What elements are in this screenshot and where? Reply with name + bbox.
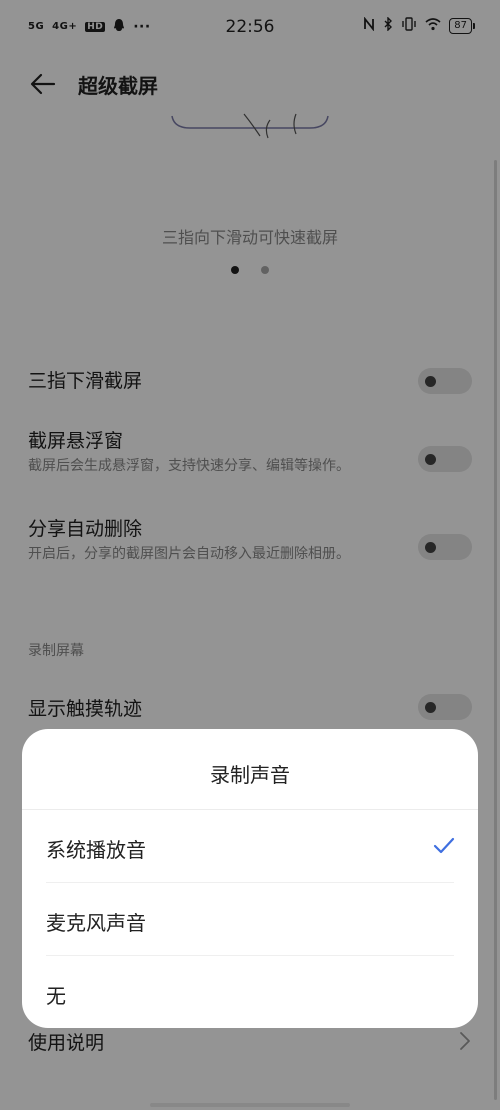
option-none[interactable]: 无 <box>22 956 478 1028</box>
option-microphone[interactable]: 麦克风声音 <box>22 883 478 956</box>
dialog-title: 录制声音 <box>210 763 290 787</box>
option-label: 无 <box>46 984 66 1008</box>
option-label: 麦克风声音 <box>46 911 146 935</box>
home-indicator[interactable] <box>150 1103 350 1107</box>
option-label: 系统播放音 <box>46 838 146 862</box>
checkmark-icon <box>433 837 455 854</box>
option-system-audio[interactable]: 系统播放音 <box>22 810 478 883</box>
record-audio-dialog: 录制声音 系统播放音 麦克风声音 无 <box>22 729 478 1028</box>
